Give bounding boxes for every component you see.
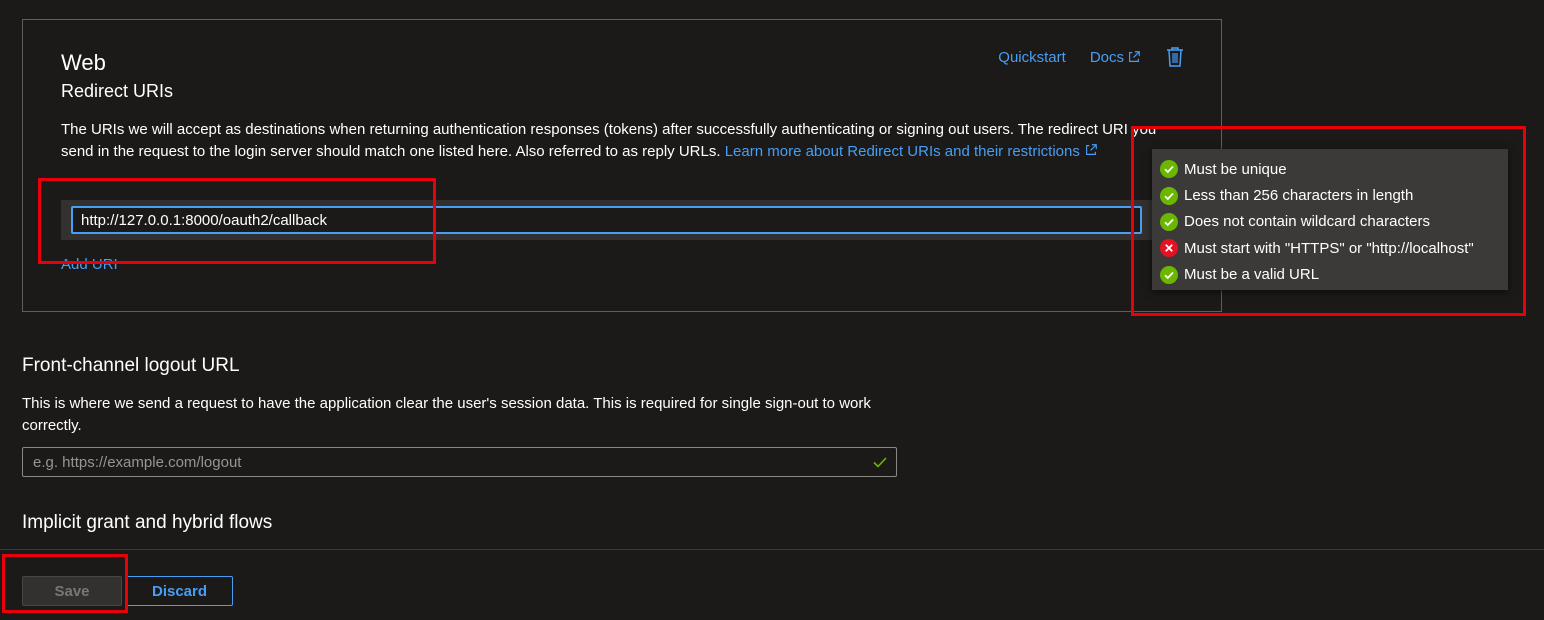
validation-rule: Must start with "HTTPS" or "http://local…: [1160, 235, 1508, 261]
checkmark-icon: [873, 457, 887, 468]
success-check-icon: [1160, 186, 1178, 205]
add-uri-link[interactable]: Add URI: [61, 256, 118, 273]
save-button[interactable]: Save: [22, 576, 122, 606]
validation-rule-text: Less than 256 characters in length: [1184, 187, 1414, 205]
front-channel-logout-field: [22, 447, 897, 477]
card-actions: Quickstart Docs: [998, 46, 1185, 68]
footer-divider: [0, 549, 1544, 550]
external-link-icon: [1129, 51, 1140, 62]
app-registration-authentication-page: Web Redirect URIs Quickstart Docs The UR…: [0, 0, 1544, 620]
front-channel-logout-heading: Front-channel logout URL: [22, 355, 240, 376]
docs-link-label: Docs: [1089, 48, 1124, 66]
validation-rule-text: Must be a valid URL: [1184, 266, 1320, 284]
web-platform-card: Web Redirect URIs Quickstart Docs The UR…: [22, 19, 1222, 312]
trash-icon[interactable]: [1165, 46, 1185, 68]
validation-rule: Does not contain wildcard characters: [1160, 209, 1508, 235]
success-check-icon: [1160, 212, 1178, 231]
learn-more-link[interactable]: Learn more about Redirect URIs and their…: [725, 143, 1098, 160]
validation-rule: Must be a valid URL: [1160, 262, 1508, 288]
docs-link[interactable]: Docs: [1090, 49, 1141, 66]
platform-title: Web: [61, 50, 106, 75]
external-link-icon: [1086, 144, 1097, 155]
quickstart-link[interactable]: Quickstart: [998, 49, 1066, 66]
error-x-icon: [1160, 239, 1178, 258]
validation-rule: Less than 256 characters in length: [1160, 182, 1508, 208]
redirect-uri-row: [61, 200, 1186, 240]
success-check-icon: [1160, 265, 1178, 284]
uri-validation-tooltip: Must be unique Less than 256 characters …: [1152, 149, 1508, 290]
validation-rule-text: Does not contain wildcard characters: [1184, 213, 1430, 231]
validation-rule-text: Must be unique: [1184, 160, 1287, 178]
redirect-uris-description: The URIs we will accept as destinations …: [61, 119, 1181, 163]
learn-more-label: Learn more about Redirect URIs and their…: [724, 143, 1080, 160]
success-check-icon: [1160, 160, 1178, 179]
discard-button[interactable]: Discard: [126, 576, 233, 606]
redirect-uris-heading: Redirect URIs: [61, 81, 174, 101]
implicit-grant-heading: Implicit grant and hybrid flows: [22, 512, 273, 533]
front-channel-logout-input[interactable]: [23, 448, 863, 476]
front-channel-logout-description: This is where we send a request to have …: [22, 395, 871, 434]
validation-rule: Must be unique: [1160, 156, 1508, 182]
redirect-uri-input[interactable]: [71, 206, 1142, 234]
validation-rule-text: Must start with "HTTPS" or "http://local…: [1184, 239, 1474, 257]
